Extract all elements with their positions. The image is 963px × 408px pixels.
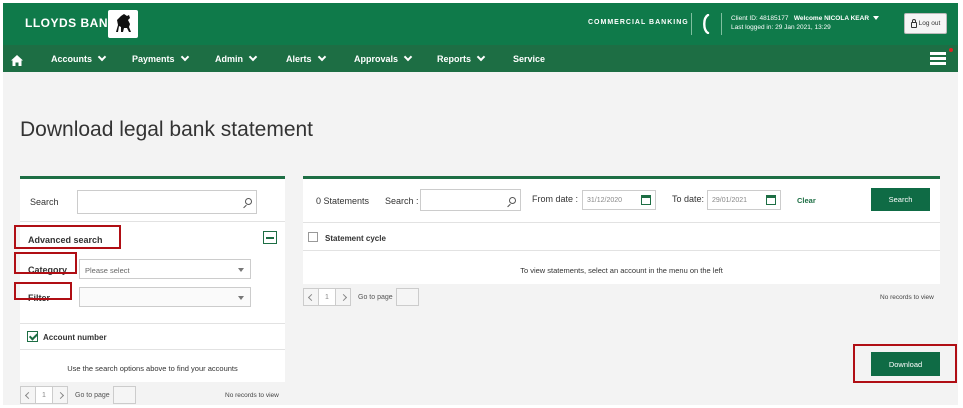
welcome-user[interactable]: Welcome NICOLA KEAR (794, 15, 869, 22)
main-nav: Accounts Payments Admin Alerts Approvals… (3, 45, 958, 72)
last-logged-in: Last logged in: 29 Jan 2021, 13:29 (731, 24, 831, 31)
prev-page-button[interactable] (20, 386, 36, 404)
prev-page-button[interactable] (303, 288, 319, 306)
nav-label: Reports (437, 53, 472, 64)
annotation-highlight (14, 252, 77, 274)
logout-button[interactable]: Log out (904, 13, 947, 34)
account-search-input[interactable] (77, 190, 257, 214)
nav-approvals[interactable]: Approvals (354, 45, 413, 72)
nav-service[interactable]: Service (513, 45, 545, 72)
to-date-input[interactable]: 29/01/2021 (707, 190, 781, 210)
empty-statements-message: To view statements, select an account in… (520, 266, 723, 275)
hamburger-menu-icon[interactable] (930, 52, 946, 65)
calendar-icon[interactable] (641, 195, 651, 205)
phone-icon[interactable] (700, 13, 712, 35)
nav-label: Approvals (354, 53, 399, 64)
category-placeholder: Please select (85, 266, 130, 275)
statement-search-label: Search : (385, 196, 419, 206)
account-search-panel: Search Advanced search Category Please s… (20, 176, 285, 382)
page-title: Download legal bank statement (20, 118, 314, 141)
column-statement-cycle: Statement cycle (325, 234, 386, 243)
chevron-left-icon (24, 391, 32, 399)
nav-alerts[interactable]: Alerts (286, 45, 326, 72)
notification-dot (949, 48, 953, 52)
dropdown-arrow-icon (238, 268, 244, 272)
header-divider (721, 13, 722, 35)
dropdown-arrow-icon (238, 296, 244, 300)
select-all-checkbox[interactable] (27, 331, 38, 342)
client-id: Client ID: 48185177 (731, 15, 789, 22)
section-label: COMMERCIAL BANKING (588, 19, 689, 26)
empty-accounts-row: Use the search options above to find you… (20, 349, 285, 385)
statements-count: 0 Statements (316, 196, 370, 206)
filter-select[interactable] (79, 287, 251, 307)
chevron-down-icon (248, 52, 258, 61)
annotation-highlight (853, 344, 957, 383)
account-number-header: Account number (20, 323, 285, 349)
chevron-right-icon (56, 391, 64, 399)
brand-name: LLOYDS BANK (25, 16, 118, 30)
logout-label: Log out (918, 20, 941, 27)
chevron-left-icon (307, 293, 315, 301)
statements-pager: 1 Go to page (303, 288, 419, 306)
header-divider (691, 13, 692, 35)
clear-link[interactable]: Clear (797, 196, 816, 205)
annotation-highlight (14, 225, 121, 249)
chevron-down-icon (180, 52, 189, 61)
next-page-button[interactable] (52, 386, 68, 404)
collapse-icon[interactable] (263, 231, 277, 244)
search-button[interactable]: Search (871, 188, 930, 211)
account-number-label: Account number (43, 333, 107, 342)
nav-label: Payments (132, 53, 175, 64)
no-records-label: No records to view (225, 392, 279, 399)
next-page-button[interactable] (335, 288, 351, 306)
chevron-down-icon (476, 52, 486, 61)
no-records-label: No records to view (880, 294, 934, 301)
top-header: LLOYDS BANK COMMERCIAL BANKING Client ID… (3, 3, 958, 45)
goto-page-label: Go to page (75, 391, 110, 399)
annotation-highlight (14, 282, 72, 300)
nav-label: Service (513, 53, 546, 64)
chevron-down-icon (317, 52, 326, 61)
calendar-icon[interactable] (766, 195, 776, 205)
current-page: 1 (319, 288, 335, 306)
select-all-statements-checkbox[interactable] (308, 232, 318, 242)
chevron-down-icon (403, 52, 413, 61)
category-select[interactable]: Please select (79, 259, 251, 279)
nav-admin[interactable]: Admin (215, 45, 258, 72)
empty-accounts-message: Use the search options above to find you… (67, 364, 238, 373)
goto-page-label: Go to page (358, 293, 393, 301)
search-icon[interactable] (509, 197, 516, 204)
chevron-down-icon[interactable] (873, 16, 880, 21)
to-date-label: To date: (672, 194, 705, 204)
accounts-pager: 1 Go to page (20, 386, 136, 404)
nav-reports[interactable]: Reports (437, 45, 486, 72)
client-info: Client ID: 48185177 Welcome NICOLA KEAR … (731, 14, 880, 32)
nav-label: Admin (215, 53, 243, 64)
nav-payments[interactable]: Payments (132, 45, 189, 72)
chevron-down-icon (97, 52, 107, 61)
chevron-right-icon (339, 293, 347, 301)
from-date-value: 31/12/2020 (587, 197, 623, 204)
search-icon[interactable] (245, 198, 252, 205)
home-icon[interactable] (11, 53, 23, 66)
horse-logo-icon[interactable] (108, 10, 138, 38)
nav-label: Accounts (51, 53, 93, 64)
goto-page-input[interactable] (112, 386, 136, 404)
nav-accounts[interactable]: Accounts (51, 45, 107, 72)
from-date-input[interactable]: 31/12/2020 (582, 190, 656, 210)
app-frame: LLOYDS BANK COMMERCIAL BANKING Client ID… (3, 3, 958, 405)
statements-table-header: Statement cycle (303, 222, 940, 251)
statements-panel: 0 Statements Search : From date : 31/12/… (303, 176, 940, 284)
nav-label: Alerts (286, 53, 312, 64)
statement-search-input[interactable] (420, 189, 521, 211)
goto-page-input[interactable] (395, 288, 419, 306)
search-label: Search (30, 197, 59, 207)
lock-icon (910, 18, 917, 28)
to-date-value: 29/01/2021 (712, 197, 748, 204)
current-page: 1 (36, 386, 52, 404)
from-date-label: From date : (532, 194, 579, 204)
